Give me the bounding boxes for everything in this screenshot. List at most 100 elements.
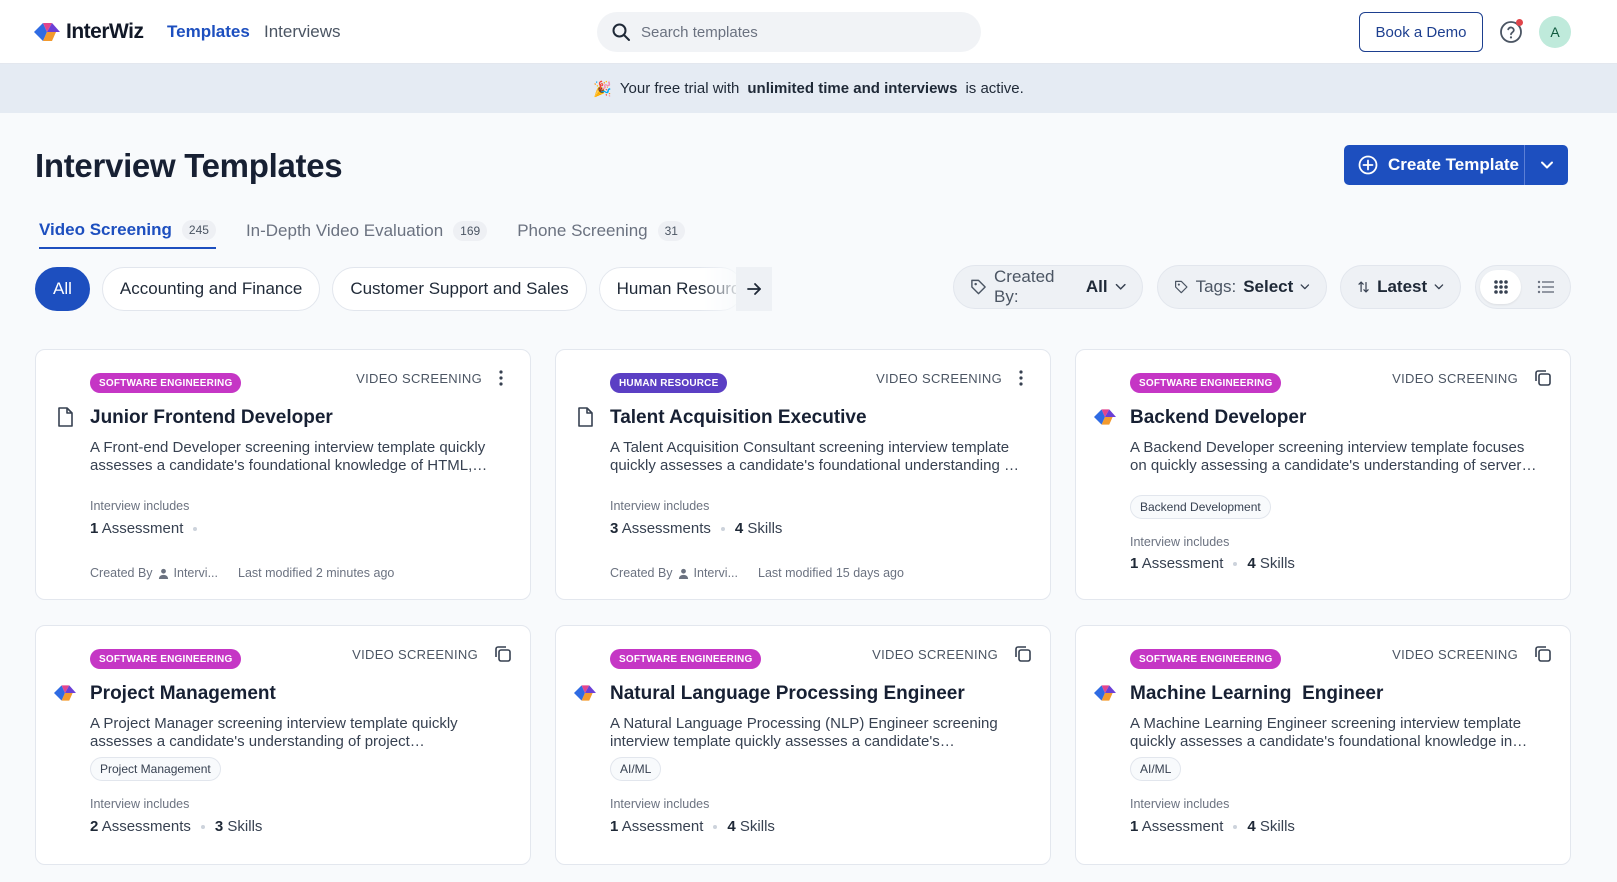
page-title: Interview Templates xyxy=(35,147,343,184)
assessments-count: 1 xyxy=(90,520,99,537)
skills-word: Skills xyxy=(739,818,775,835)
template-card[interactable]: SOFTWARE ENGINEERING VIDEO SCREENING Jun… xyxy=(35,349,531,600)
more-options-icon[interactable] xyxy=(498,369,504,387)
template-card[interactable]: SOFTWARE ENGINEERING VIDEO SCREENING Mac… xyxy=(1075,625,1571,865)
card-title: Project Management xyxy=(90,683,276,704)
created-by-label: Created By xyxy=(610,566,673,580)
assessments-count: 1 xyxy=(1130,818,1139,835)
card-description: A Front-end Developer screening intervie… xyxy=(90,439,486,474)
sort-filter[interactable]: Latest xyxy=(1340,265,1461,309)
includes-values: 1 Assessment 4 Skills xyxy=(1130,818,1295,835)
template-type-tabs: Video Screening 245 In-Depth Video Evalu… xyxy=(39,217,685,249)
category-badge: SOFTWARE ENGINEERING xyxy=(1130,649,1282,669)
create-template-button[interactable]: Create Template xyxy=(1344,145,1524,185)
view-toggle xyxy=(1475,265,1571,309)
assessments-count: 1 xyxy=(610,818,619,835)
category-chip-customer-support[interactable]: Customer Support and Sales xyxy=(332,267,587,311)
search-input[interactable] xyxy=(641,23,961,41)
created-by-name: Intervi... xyxy=(173,566,218,580)
template-type-label: VIDEO SCREENING xyxy=(1392,647,1518,662)
skills-count: 4 xyxy=(734,520,744,537)
search-icon xyxy=(612,23,630,41)
card-description: A Project Manager screening interview te… xyxy=(90,715,458,750)
chevron-down-icon xyxy=(1540,161,1553,169)
created-by-label: Created By: xyxy=(994,267,1055,306)
last-modified: Last modified 15 days ago xyxy=(758,566,904,580)
copy-icon[interactable] xyxy=(1013,644,1033,664)
avatar[interactable]: A xyxy=(1539,16,1571,48)
includes-label: Interview includes xyxy=(90,797,190,811)
list-view-button[interactable] xyxy=(1525,270,1566,304)
party-icon: 🎉 xyxy=(593,80,612,98)
tab-label: In-Depth Video Evaluation xyxy=(245,221,444,240)
category-badge: SOFTWARE ENGINEERING xyxy=(90,649,242,669)
includes-values: 2 Assessments 3 Skills xyxy=(90,818,262,835)
user-icon xyxy=(158,568,168,579)
card-meta: Created By Intervi... Last modified 15 d… xyxy=(610,566,904,580)
tab-count: 169 xyxy=(453,221,488,241)
created-by-name: Intervi... xyxy=(693,566,738,580)
card-title: Talent Acquisition Executive xyxy=(610,407,867,428)
tags-value: Select xyxy=(1243,277,1294,296)
tab-count: 31 xyxy=(657,221,685,241)
tab-count: 245 xyxy=(181,220,216,240)
card-title: Natural Language Processing Engineer xyxy=(610,683,965,704)
logo-icon xyxy=(34,23,60,41)
grid-view-button[interactable] xyxy=(1480,270,1521,304)
created-by-value: All xyxy=(1085,277,1108,296)
arrow-right-icon xyxy=(747,283,761,295)
tags-filter[interactable]: Tags: Select xyxy=(1157,265,1327,309)
search-bar[interactable] xyxy=(597,12,981,52)
book-demo-button[interactable]: Book a Demo xyxy=(1359,12,1483,52)
more-options-icon[interactable] xyxy=(1018,369,1024,387)
assessments-word: Assessments xyxy=(621,520,711,537)
copy-icon[interactable] xyxy=(1533,368,1553,388)
tab-label: Video Screening xyxy=(39,220,172,239)
nav-interviews[interactable]: Interviews xyxy=(264,22,341,42)
interwiz-logo-icon xyxy=(1094,685,1116,701)
copy-icon[interactable] xyxy=(493,644,513,664)
interwiz-logo-icon xyxy=(574,685,596,701)
card-description: A Talent Acquisition Consultant screenin… xyxy=(610,439,1017,474)
document-icon xyxy=(58,407,73,427)
template-card[interactable]: SOFTWARE ENGINEERING VIDEO SCREENING Pro… xyxy=(35,625,531,865)
plus-circle-icon xyxy=(1358,155,1378,175)
sort-value: Latest xyxy=(1377,277,1428,296)
scroll-chips-right-button[interactable] xyxy=(736,267,772,311)
separator-dot xyxy=(1233,824,1238,829)
includes-label: Interview includes xyxy=(610,499,710,513)
template-type-label: VIDEO SCREENING xyxy=(872,647,998,662)
template-card[interactable]: SOFTWARE ENGINEERING VIDEO SCREENING Bac… xyxy=(1075,349,1571,600)
tab-phone-screening[interactable]: Phone Screening 31 xyxy=(517,217,685,249)
card-title: Backend Developer xyxy=(1130,407,1307,428)
skill-tag: AI/ML xyxy=(1130,757,1182,781)
includes-values: 1 Assessment 4 Skills xyxy=(610,818,775,835)
tab-in-depth-video-evaluation[interactable]: In-Depth Video Evaluation 169 xyxy=(245,217,488,249)
skills-word: Skills xyxy=(747,520,783,537)
tab-label: Phone Screening xyxy=(517,221,648,240)
category-chip-human-resources[interactable]: Human Resources xyxy=(598,267,743,311)
separator-dot xyxy=(720,526,725,531)
created-by-filter[interactable]: Created By: All xyxy=(953,265,1143,309)
sort-icon xyxy=(1358,281,1369,293)
tab-video-screening[interactable]: Video Screening 245 xyxy=(39,217,216,249)
template-card[interactable]: SOFTWARE ENGINEERING VIDEO SCREENING Nat… xyxy=(555,625,1051,865)
category-chip-all[interactable]: All xyxy=(35,267,90,311)
includes-label: Interview includes xyxy=(1130,797,1230,811)
separator-dot xyxy=(1233,561,1238,566)
category-badge: SOFTWARE ENGINEERING xyxy=(90,373,242,393)
template-card[interactable]: HUMAN RESOURCE VIDEO SCREENING Talent Ac… xyxy=(555,349,1051,600)
tag-icon xyxy=(1175,280,1188,294)
create-template-dropdown[interactable] xyxy=(1524,145,1568,185)
logo[interactable]: InterWiz xyxy=(34,20,144,44)
tags-label: Tags: xyxy=(1195,277,1237,296)
category-chip-accounting[interactable]: Accounting and Finance xyxy=(101,267,321,311)
nav-templates[interactable]: Templates xyxy=(167,22,250,42)
category-badge: SOFTWARE ENGINEERING xyxy=(610,649,762,669)
assessments-word: Assessment xyxy=(1141,555,1224,572)
card-title: Junior Frontend Developer xyxy=(90,407,333,428)
assessments-word: Assessment xyxy=(101,520,184,537)
banner-text-bold: unlimited time and interviews xyxy=(747,80,958,97)
copy-icon[interactable] xyxy=(1533,644,1553,664)
card-description: A Backend Developer screening interview … xyxy=(1130,439,1527,474)
